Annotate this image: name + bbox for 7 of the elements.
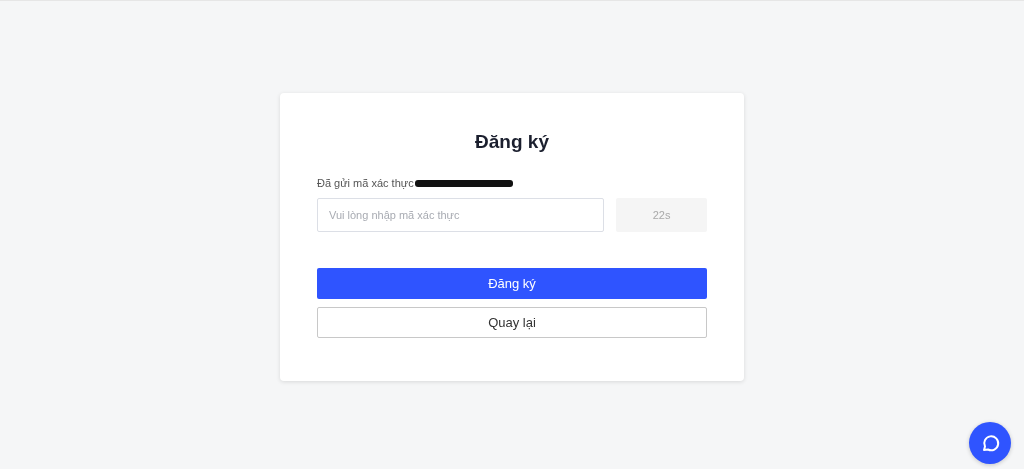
form-title: Đăng ký xyxy=(474,131,550,153)
chat-button[interactable] xyxy=(969,422,1011,464)
code-input-field[interactable]: Vui lòng nhập mã xác thực xyxy=(317,198,605,232)
register-button[interactable]: Đăng ký xyxy=(317,268,707,299)
sent-message: Đã gửi mã xác thực xyxy=(317,177,414,189)
chat-bubble-icon xyxy=(980,433,1000,453)
back-button[interactable]: Quay lại xyxy=(317,307,707,338)
